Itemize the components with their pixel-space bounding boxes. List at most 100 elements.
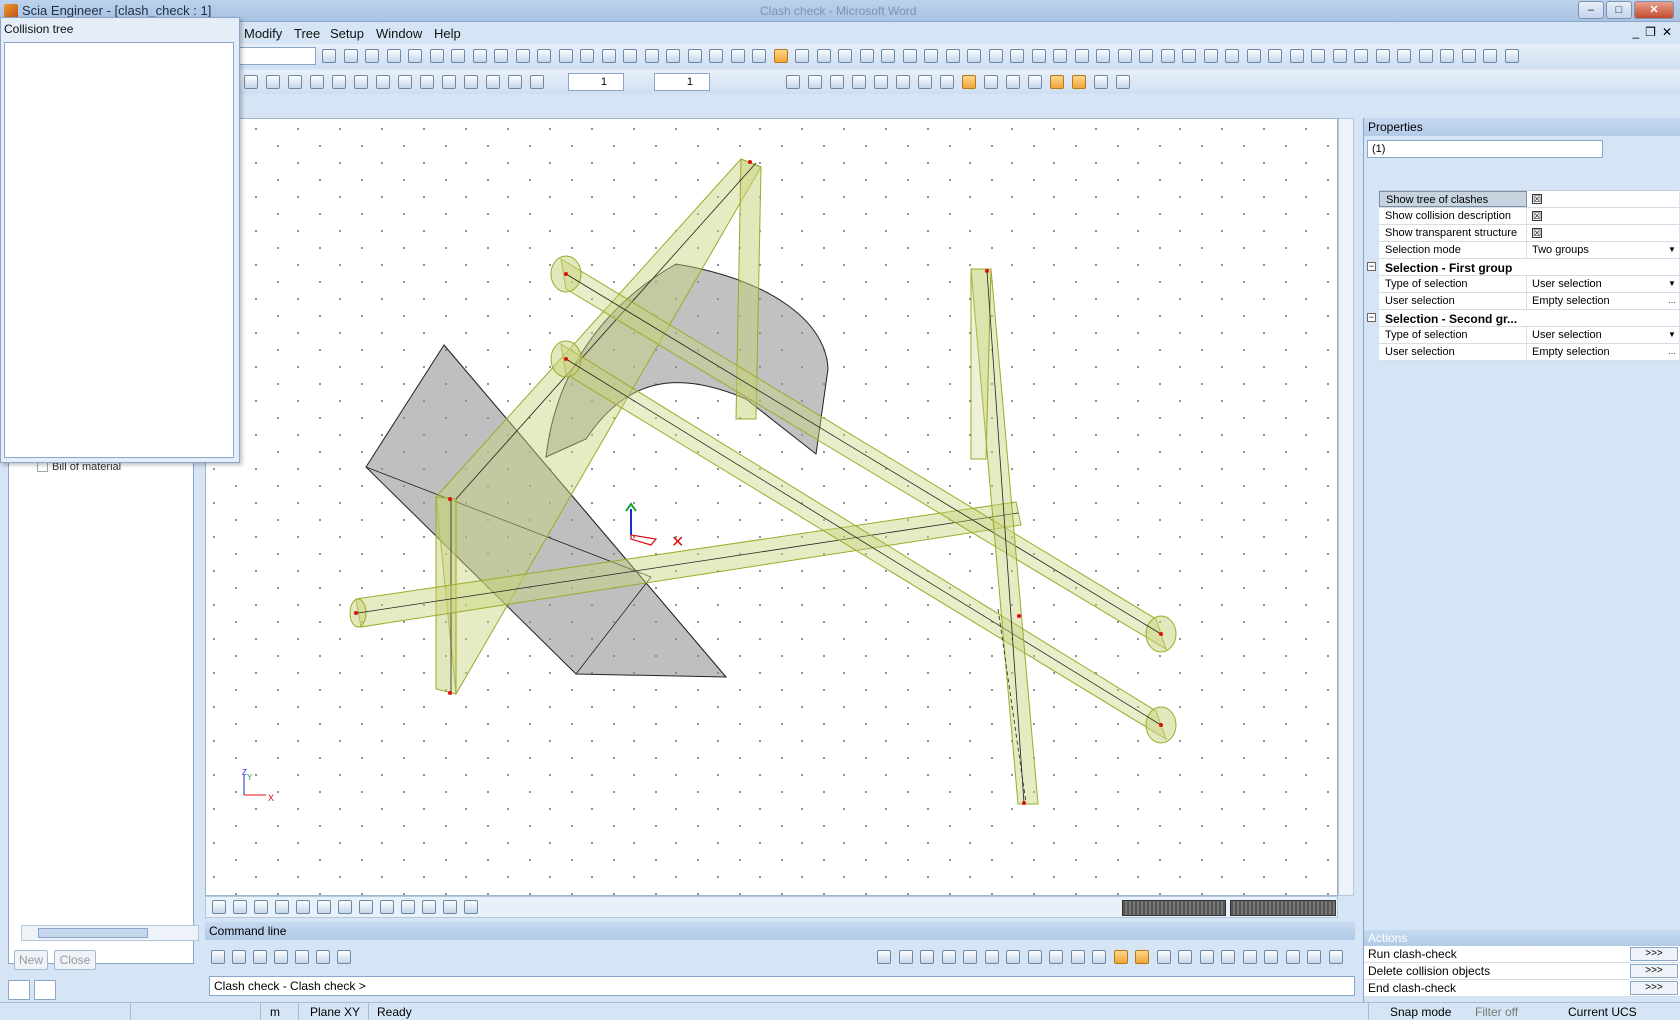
property-value[interactable]: User selection ▼	[1529, 327, 1679, 343]
new-button[interactable]: New	[14, 950, 48, 970]
property-value[interactable]: ☒	[1529, 208, 1679, 224]
snap-tool-icon[interactable]	[1242, 950, 1257, 964]
snap-tool-icon[interactable]	[1049, 950, 1063, 964]
snap-tool-icon[interactable]	[1178, 950, 1192, 964]
command-tool-icon[interactable]	[232, 950, 246, 964]
toolbar-tool-icon[interactable]	[1440, 49, 1454, 63]
action-row[interactable]: Delete collision objects >>>	[1364, 963, 1680, 980]
display-tool-icon[interactable]	[443, 900, 457, 914]
selection-tool-icon[interactable]	[1050, 75, 1064, 89]
toolbar-tool-icon[interactable]	[601, 49, 616, 63]
snap-mode-button[interactable]: Snap mode	[1390, 1005, 1451, 1019]
toolbar-tool-icon[interactable]	[881, 49, 895, 63]
property-group[interactable]: Selection - Second gr... −	[1367, 310, 1679, 327]
viewport-vertical-scrollbar[interactable]	[1338, 118, 1354, 896]
view-tool-icon[interactable]	[266, 75, 280, 89]
property-value[interactable]: Two groups ▼	[1529, 242, 1679, 258]
selection-tool-icon[interactable]	[940, 75, 954, 89]
display-tool-icon[interactable]	[296, 900, 310, 914]
menu-help[interactable]: Help	[434, 26, 461, 41]
toolbar-tool-icon[interactable]	[967, 49, 981, 63]
mdi-close-button[interactable]: ✕	[1662, 25, 1672, 39]
view-tool-icon[interactable]	[288, 75, 302, 89]
toolbar-tool-icon[interactable]	[709, 49, 723, 63]
toolbar-tool-icon[interactable]	[1268, 49, 1282, 63]
snap-tool-icon[interactable]	[1156, 950, 1171, 964]
property-group[interactable]: Selection - First group −	[1367, 259, 1679, 276]
command-tool-icon[interactable]	[253, 950, 267, 964]
toolbar-tool-icon[interactable]	[1461, 49, 1476, 63]
view-combo[interactable]	[236, 47, 316, 65]
property-row[interactable]: Type of selection User selection ▼	[1379, 327, 1679, 344]
toolbar-tool-icon[interactable]	[580, 49, 594, 63]
viewport-horizontal-scrollbar[interactable]	[496, 901, 1116, 915]
filter-button[interactable]: Filter off	[1475, 1005, 1518, 1019]
toolbar-tool-icon[interactable]	[537, 49, 551, 63]
menu-setup[interactable]: Setup	[330, 26, 364, 41]
snap-tool-icon[interactable]	[984, 950, 999, 964]
snap-tool-icon[interactable]	[1264, 950, 1278, 964]
ellipsis-icon[interactable]: …	[1665, 344, 1679, 360]
view-tool-icon[interactable]	[354, 75, 368, 89]
command-tool-icon[interactable]	[316, 950, 330, 964]
window-tab[interactable]	[34, 980, 56, 1000]
toolbar-tool-icon[interactable]	[386, 49, 401, 63]
display-tool-icon[interactable]	[254, 900, 268, 914]
display-tool-icon[interactable]	[338, 900, 352, 914]
view-tool-icon[interactable]	[442, 75, 456, 89]
display-tool-icon[interactable]	[401, 900, 415, 914]
command-tool-icon[interactable]	[274, 950, 288, 964]
minimize-button[interactable]: –	[1578, 1, 1604, 19]
toolbar-tool-icon[interactable]	[1418, 49, 1433, 63]
selection-tool-icon[interactable]	[984, 75, 998, 89]
display-tool-icon[interactable]	[317, 900, 331, 914]
toolbar-tool-icon[interactable]	[1139, 49, 1153, 63]
snap-tool-icon[interactable]	[1285, 950, 1300, 964]
display-tool-icon[interactable]	[212, 900, 226, 914]
toolbar-tool-icon[interactable]	[515, 49, 530, 63]
selection-tool-icon[interactable]	[1028, 75, 1042, 89]
collision-tree-list[interactable]	[4, 42, 234, 458]
toolbar-tool-icon[interactable]	[1354, 49, 1368, 63]
snap-tool-icon[interactable]	[1221, 950, 1235, 964]
toolbar-tool-icon[interactable]	[1074, 49, 1089, 63]
toolbar-tool-icon[interactable]	[988, 49, 1003, 63]
menu-window[interactable]: Window	[376, 26, 422, 41]
view-tool-icon[interactable]	[530, 75, 544, 89]
checkbox[interactable]: ☒	[1532, 211, 1542, 221]
spin-field-1[interactable]: 1	[568, 73, 624, 91]
selection-tool-icon[interactable]	[1116, 75, 1130, 89]
snap-tool-icon[interactable]	[898, 950, 913, 964]
view-tool-icon[interactable]	[464, 75, 478, 89]
view-tool-icon[interactable]	[398, 75, 412, 89]
checkbox[interactable]: ☒	[1532, 228, 1542, 238]
selection-tool-icon[interactable]	[852, 75, 866, 89]
property-row[interactable]: Show transparent structure ☒	[1379, 225, 1679, 242]
view-tool-icon[interactable]	[332, 75, 346, 89]
dropdown-arrow-icon[interactable]: ▼	[1665, 327, 1679, 343]
toolbar-tool-icon[interactable]	[343, 49, 358, 63]
toolbar-tool-icon[interactable]	[752, 49, 766, 63]
mdi-minimize-button[interactable]: _	[1632, 25, 1639, 39]
toolbar-tool-icon[interactable]	[1483, 49, 1497, 63]
toolbar-tool-icon[interactable]	[945, 49, 960, 63]
close-button[interactable]: ✕	[1634, 1, 1674, 19]
model-viewport[interactable]: ✕ Z Y X	[205, 118, 1339, 897]
toolbar-tool-icon[interactable]	[1160, 49, 1175, 63]
action-row[interactable]: End clash-check >>>	[1364, 980, 1680, 997]
toolbar-tool-icon[interactable]	[1031, 49, 1046, 63]
toolbar-tool-icon[interactable]	[1289, 49, 1304, 63]
property-value[interactable]: Empty selection…	[1529, 293, 1679, 309]
tree-horizontal-scrollbar[interactable]	[21, 925, 199, 941]
snap-tool-icon[interactable]	[1199, 950, 1214, 964]
toolbar-tool-icon[interactable]	[322, 49, 336, 63]
scrollbar-thumb[interactable]	[38, 928, 148, 938]
display-tool-icon[interactable]	[464, 900, 478, 914]
property-row[interactable]: Show collision description ☒	[1379, 208, 1679, 225]
toolbar-tool-icon[interactable]	[902, 49, 917, 63]
toolbar-tool-icon[interactable]	[859, 49, 874, 63]
toolbar-tool-icon[interactable]	[730, 49, 745, 63]
snap-tool-icon[interactable]	[1006, 950, 1020, 964]
display-tool-icon[interactable]	[275, 900, 289, 914]
spin-field-2[interactable]: 1	[654, 73, 710, 91]
